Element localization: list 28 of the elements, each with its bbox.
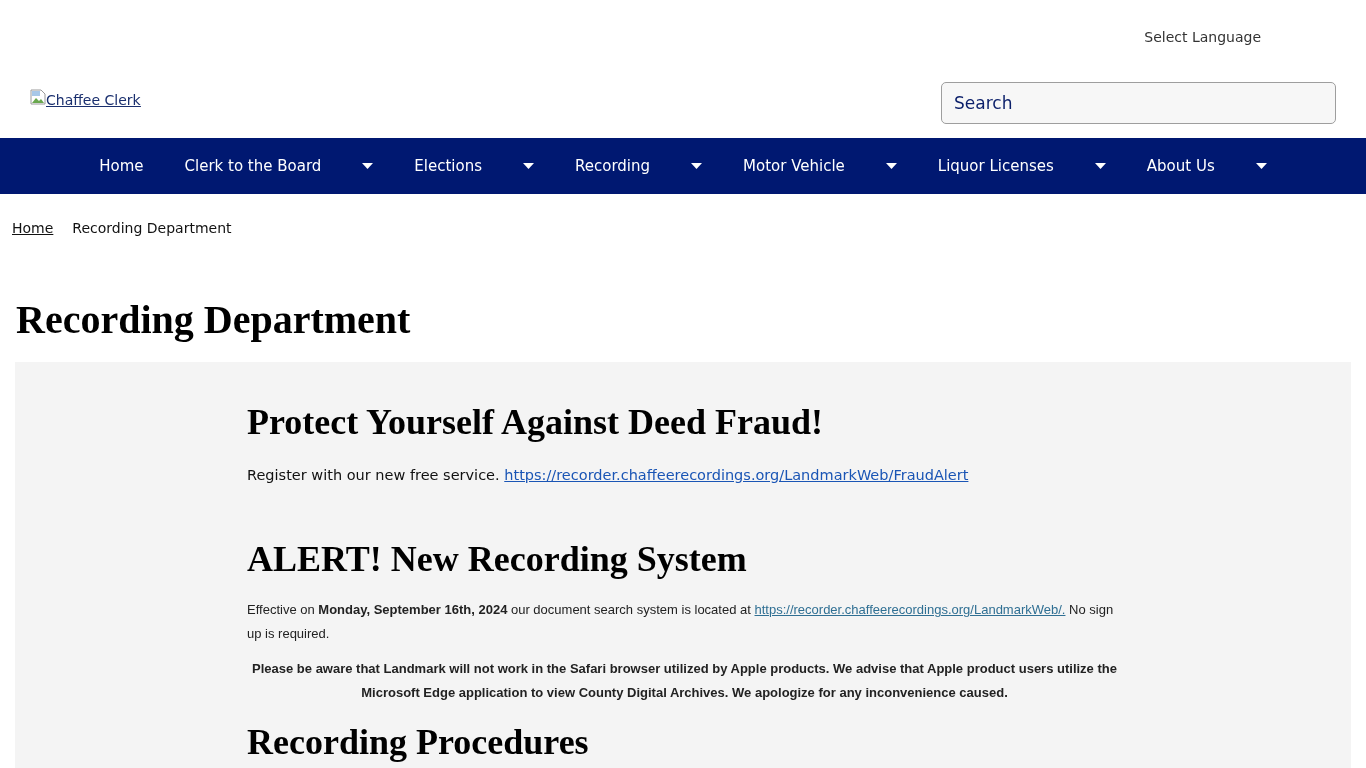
fraud-alert-link[interactable]: https://recorder.chaffeerecordings.org/LandmarkWeb/FraudAlert — [504, 467, 969, 483]
caret-icon[interactable] — [885, 163, 897, 169]
nav-link[interactable]: Elections — [414, 156, 482, 176]
nav-link[interactable]: Liquor Licenses — [937, 156, 1054, 176]
section-heading: ALERT! New Recording System — [247, 538, 748, 581]
nav-link[interactable]: Recording — [575, 156, 651, 176]
landmark-link[interactable]: https://recorder.chaffeerecordings.org/LandmarkWeb/. — [754, 602, 1066, 617]
browser-notice: Please be aware that Landmark will not work in the Safari browser utilized by Apple products. We advise that Apple product users utilize the Microsoft Edge application to view County Digital Archives. We apologize for any inconvenience caused. — [251, 660, 1118, 702]
intro-paragraph: Register with our new free service. https://recorder.chaffeerecordings.org/LandmarkWeb/FraudAlert — [247, 466, 970, 485]
section-heading: Recording Procedures — [247, 723, 590, 761]
nav-link[interactable]: Home — [99, 156, 144, 176]
caret-icon[interactable] — [362, 163, 374, 169]
language-selector[interactable]: Select Language — [1144, 27, 1261, 47]
section-heading: Protect Yourself Against Deed Fraud! — [247, 401, 824, 444]
page-title: Recording Department — [16, 297, 412, 343]
nav-link[interactable]: Motor Vehicle — [743, 156, 845, 176]
caret-icon[interactable] — [523, 163, 534, 169]
system-paragraph: Effective on Monday, September 16th, 2024 our document search system is located at https://recorder.chaffeerecordings.org/LandmarkWeb/. No sign up is required. — [247, 601, 1115, 643]
breadcrumb-current: Recording Department — [72, 219, 232, 238]
logo-link[interactable]: Chaffee Clerk — [30, 90, 141, 110]
nav-link[interactable]: Clerk to the Board — [184, 156, 322, 176]
nav-link[interactable]: About Us — [1146, 156, 1215, 176]
caret-icon[interactable] — [691, 163, 703, 169]
breadcrumb-link[interactable]: Home — [12, 218, 54, 238]
broken-image-icon — [30, 89, 46, 105]
caret-icon[interactable] — [1094, 163, 1106, 169]
caret-icon[interactable] — [1255, 163, 1267, 169]
search-field[interactable]: Search — [941, 82, 1336, 124]
